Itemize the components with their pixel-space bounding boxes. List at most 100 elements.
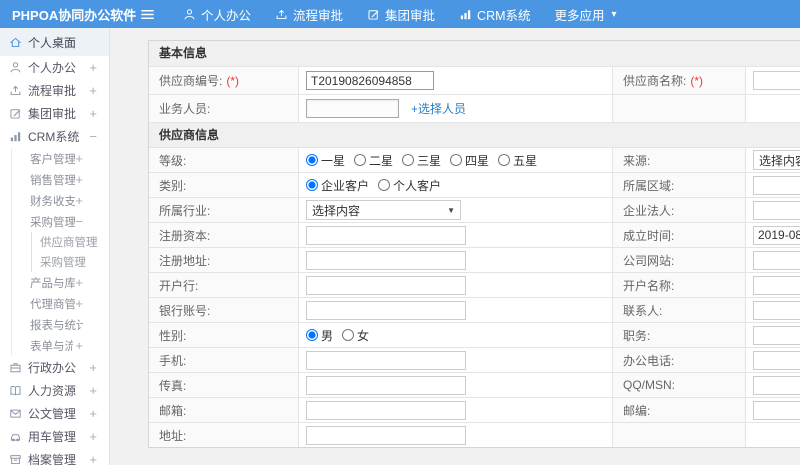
expand-toggle[interactable]: + (75, 151, 83, 166)
gender-radios-radio[interactable] (306, 329, 318, 341)
gender-radios-option[interactable]: 男 (306, 327, 333, 344)
level-radios-radio[interactable] (306, 154, 318, 166)
position-input[interactable] (753, 325, 800, 345)
registered-capital-input[interactable] (306, 225, 466, 245)
sidebar-item-crm-system[interactable]: CRM系统 − (0, 125, 109, 148)
sidebar-item-agent-management[interactable]: 代理商管理+ (12, 293, 109, 314)
select-staff-link[interactable]: +选择人员 (411, 100, 466, 117)
sidebar-item-purchase-management[interactable]: 采购管理 − (12, 211, 109, 232)
expand-toggle[interactable]: + (89, 360, 97, 375)
sidebar-item-product-inventory[interactable]: 产品与库存+ (12, 272, 109, 293)
business-staff-input[interactable] (306, 99, 399, 118)
contact-person-input[interactable] (753, 300, 800, 320)
sidebar-item-customer-management[interactable]: 客户管理 + (12, 148, 109, 169)
field-label-cell: 注册地址: (149, 248, 298, 272)
address-input[interactable] (306, 425, 466, 445)
registered-address-input[interactable] (306, 250, 466, 270)
expand-toggle[interactable]: + (75, 296, 83, 311)
sidebar-item-archive-management[interactable]: 档案管理 + (0, 448, 109, 465)
email-input[interactable] (306, 400, 466, 420)
expand-toggle[interactable]: + (89, 83, 97, 98)
account-name-input[interactable] (753, 275, 800, 295)
level-radios-radio[interactable] (450, 154, 463, 166)
nav-item-group-approval[interactable]: 集团审批 (367, 5, 435, 24)
sidebar-item-group-approval[interactable]: 集团审批 + (0, 102, 109, 125)
level-radios-option[interactable]: 五星 (498, 152, 537, 169)
supplier-code-input[interactable] (306, 71, 434, 90)
company-website-input[interactable] (753, 250, 800, 270)
field-label: 邮编: (623, 403, 651, 418)
nav-item-more-apps[interactable]: 更多应用 ▾ (555, 5, 617, 24)
category-radios-option[interactable]: 个人客户 (378, 177, 441, 194)
sidebar-item-supplier-management[interactable]: 供应商管理 (32, 232, 109, 252)
sidebar-item-sales-management[interactable]: 销售管理 + (12, 169, 109, 190)
gender-radios-radio[interactable] (342, 329, 355, 341)
postcode-input[interactable] (753, 400, 800, 420)
sidebar-item-administrative-office[interactable]: 行政办公 + (0, 356, 109, 379)
level-radios-radio[interactable] (498, 154, 511, 166)
gender-radios-option[interactable]: 女 (342, 327, 369, 344)
level-radios-radio[interactable] (354, 154, 367, 166)
office-phone-input[interactable] (753, 350, 800, 370)
legal-person-input[interactable] (753, 200, 800, 220)
expand-toggle[interactable]: + (75, 193, 83, 208)
sidebar-item-reports-statistics[interactable]: 报表与统计 (12, 314, 109, 335)
field-label: 联系人: (623, 303, 663, 318)
level-radios-option[interactable]: 三星 (402, 152, 441, 169)
sidebar-item-label: 档案管理 (28, 453, 77, 465)
level-radios-option[interactable]: 四星 (450, 152, 489, 169)
expand-toggle[interactable]: + (89, 429, 97, 444)
supplier-name-input[interactable] (753, 71, 800, 90)
source-select[interactable]: 选择内容▼ (753, 150, 800, 170)
sidebar-item-finance-income-expense[interactable]: 财务收支 + (12, 190, 109, 211)
sidebar-item-human-resources[interactable]: 人力资源 + (0, 379, 109, 402)
level-radios-radio[interactable] (402, 154, 415, 166)
expand-toggle[interactable]: − (75, 214, 83, 229)
expand-toggle[interactable]: + (89, 452, 97, 465)
founding-date-input[interactable] (753, 225, 800, 245)
expand-toggle[interactable]: + (89, 383, 97, 398)
radio-label: 四星 (465, 153, 490, 168)
sidebar-item-purchasing-management[interactable]: 采购管理 (32, 252, 109, 272)
expand-toggle[interactable]: − (89, 129, 97, 144)
field-label: 等级: (159, 153, 187, 168)
sidebar-item-label: 采购管理 (30, 216, 76, 229)
expand-toggle[interactable]: + (89, 60, 97, 75)
nav-item-workflow-approval[interactable]: 流程审批 (275, 5, 343, 24)
radio-label: 企业客户 (321, 178, 370, 193)
industry-select[interactable]: 选择内容 ▼ (306, 200, 461, 220)
sidebar-item-workflow-approval[interactable]: 流程审批 + (0, 79, 109, 102)
select-value: 选择内容 (759, 153, 800, 168)
sidebar-item-form-workflow-settings[interactable]: 表单与流程设置+ (12, 335, 109, 356)
level-radios-option[interactable]: 二星 (354, 152, 393, 169)
expand-toggle[interactable]: + (75, 275, 83, 290)
bank-branch-input[interactable] (306, 275, 466, 295)
field-label-cell: 银行账号: (149, 298, 298, 322)
field-label: 开户行: (159, 278, 199, 293)
sidebar-item-label: 表单与流程设置 (30, 340, 73, 353)
menu-icon[interactable] (140, 7, 155, 22)
bank-account-input[interactable] (306, 300, 466, 320)
nav-item-crm-system[interactable]: CRM系统 (459, 5, 531, 24)
field-cell (745, 373, 800, 397)
category-radios-radio[interactable] (378, 179, 391, 191)
fax-input[interactable] (306, 375, 466, 395)
qq-msn-input[interactable] (753, 375, 800, 395)
sidebar-item-personal-desktop[interactable]: 个人桌面 (0, 28, 109, 56)
mobile-input[interactable] (306, 350, 466, 370)
expand-toggle[interactable]: + (75, 338, 83, 353)
category-radios-radio[interactable] (306, 179, 318, 191)
sidebar-item-official-document-management[interactable]: 公文管理 + (0, 402, 109, 425)
category-radios-option[interactable]: 企业客户 (306, 177, 369, 194)
nav-item-personal-office[interactable]: 个人办公 (183, 5, 251, 24)
sidebar-item-personal-office[interactable]: 个人办公 + (0, 56, 109, 79)
level-radios-option[interactable]: 一星 (306, 152, 345, 169)
nav-item-label: 个人办公 (201, 8, 252, 23)
expand-toggle[interactable]: + (75, 172, 83, 187)
supplier-add-form: 基本信息供应商编号:(*)供应商名称:(*)业务人员:+选择人员供应商信息等级:… (148, 40, 800, 448)
expand-toggle[interactable]: + (89, 106, 97, 121)
sidebar-item-vehicle-management[interactable]: 用车管理 + (0, 425, 109, 448)
field-label-cell: 公司网站: (612, 248, 745, 272)
expand-toggle[interactable]: + (89, 406, 97, 421)
region-input[interactable] (753, 175, 800, 195)
